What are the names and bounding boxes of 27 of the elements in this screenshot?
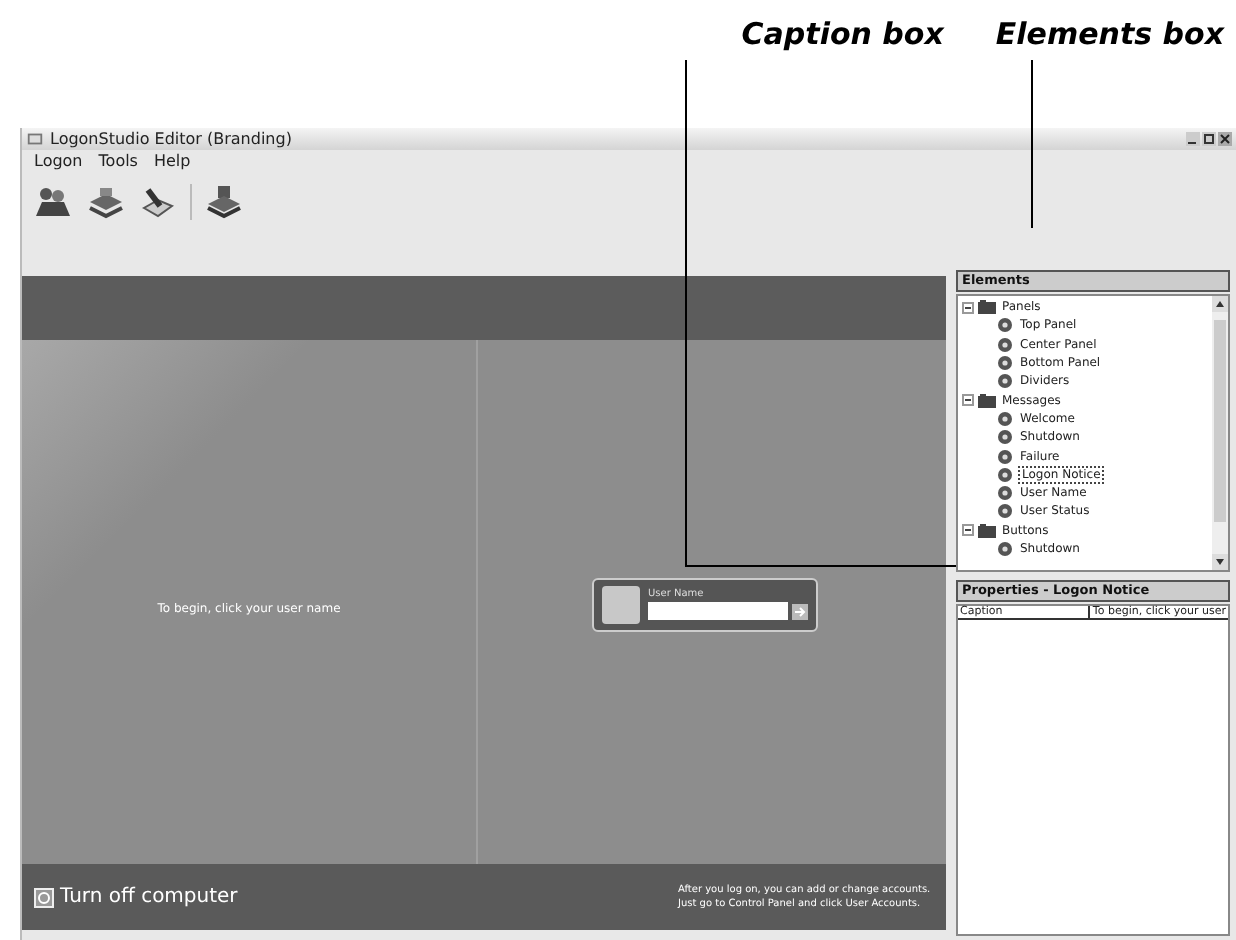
scroll-up-icon[interactable] (1212, 296, 1228, 312)
folder-icon (978, 521, 996, 540)
folder-icon (978, 391, 996, 410)
callout-label: Caption box (741, 16, 944, 52)
scrollbar[interactable] (1212, 296, 1228, 570)
avatar-placeholder (602, 585, 640, 623)
folder-icon (978, 298, 996, 317)
scroll-down-icon[interactable] (1212, 554, 1228, 570)
menu-item[interactable]: Logon (34, 152, 83, 172)
callout-label: Elements box (995, 16, 1224, 52)
password-field[interactable] (648, 602, 788, 620)
menu-item[interactable]: Help (153, 152, 191, 172)
power-icon (34, 887, 54, 907)
window-title: LogonStudio Editor (Branding) (50, 130, 292, 148)
minus-icon[interactable] (962, 301, 974, 314)
arrow-icon[interactable] (792, 603, 808, 619)
restore-icon[interactable] (1202, 132, 1216, 146)
shutdown-button[interactable]: Turn off computer (34, 886, 238, 908)
people-icon[interactable] (34, 184, 74, 220)
minimize-icon[interactable] (1186, 132, 1200, 146)
pencil-icon[interactable] (138, 184, 178, 220)
minus-icon[interactable] (962, 524, 974, 537)
menu-item[interactable]: Tools (98, 152, 138, 172)
app-icon (26, 130, 44, 148)
stack-icon[interactable] (86, 184, 126, 220)
minus-icon[interactable] (962, 394, 974, 407)
close-icon[interactable] (1218, 132, 1232, 146)
